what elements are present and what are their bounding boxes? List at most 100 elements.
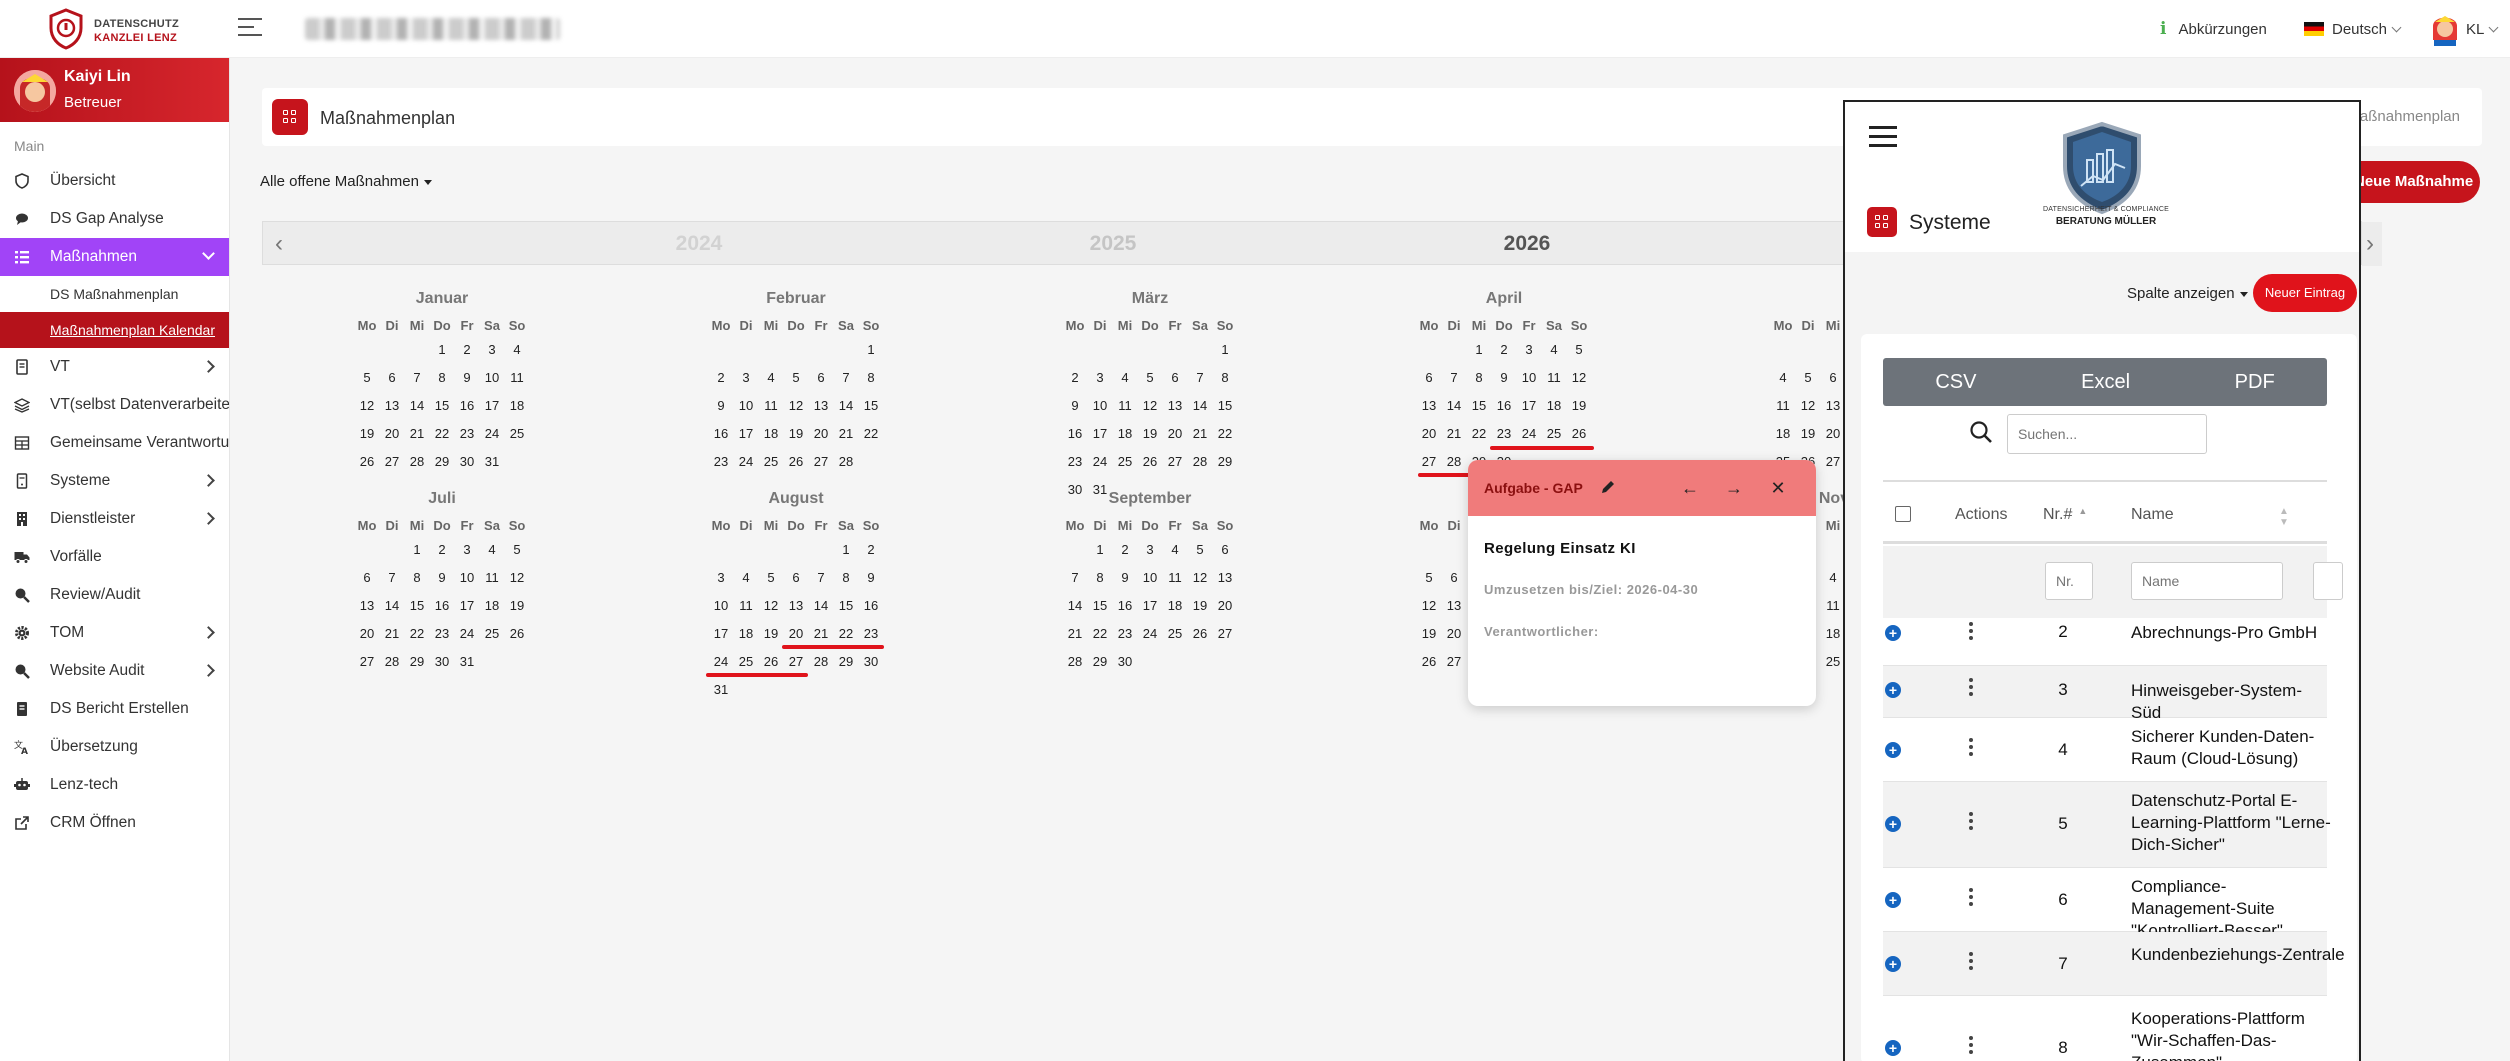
calendar-day[interactable]: 11 — [480, 564, 505, 592]
calendar-day[interactable]: 7 — [1063, 564, 1088, 592]
calendar-day[interactable]: 9 — [709, 392, 734, 420]
calendar-day[interactable]: 1 — [834, 536, 859, 564]
calendar-day[interactable]: 26 — [355, 448, 380, 476]
sidebar-item-website-audit[interactable]: Website Audit — [0, 652, 229, 690]
calendar-day[interactable]: 17 — [455, 592, 480, 620]
calendar-day[interactable]: 8 — [430, 364, 455, 392]
calendar-day[interactable]: 13 — [1417, 392, 1442, 420]
calendar-day[interactable]: 13 — [1442, 592, 1467, 620]
calendar-day[interactable]: 10 — [1517, 364, 1542, 392]
calendar-day[interactable]: 16 — [455, 392, 480, 420]
new-entry-button[interactable]: Neuer Eintrag — [2253, 274, 2357, 312]
calendar-day[interactable]: 21 — [809, 620, 834, 648]
calendar-day[interactable]: 18 — [1821, 620, 1846, 648]
calendar-day[interactable]: 8 — [834, 564, 859, 592]
calendar-day[interactable]: 13 — [809, 392, 834, 420]
calendar-day[interactable]: 23 — [1113, 620, 1138, 648]
calendar-day[interactable]: 4 — [1821, 564, 1846, 592]
row-actions-icon[interactable] — [1969, 888, 1973, 909]
calendar-day[interactable]: 22 — [1213, 420, 1238, 448]
calendar-day[interactable]: 19 — [355, 420, 380, 448]
calendar-day[interactable]: 28 — [1063, 648, 1088, 676]
calendar-day[interactable]: 13 — [1821, 392, 1846, 420]
calendar-day[interactable]: 5 — [784, 364, 809, 392]
calendar-day[interactable]: 19 — [759, 620, 784, 648]
search-input[interactable] — [2007, 414, 2207, 454]
sidebar-item-uebersetzung[interactable]: 文A Übersetzung — [0, 728, 229, 766]
calendar-day[interactable]: 5 — [505, 536, 530, 564]
show-columns-dropdown[interactable]: Spalte anzeigen — [2127, 285, 2248, 302]
calendar-day[interactable]: 2 — [1063, 364, 1088, 392]
calendar-day[interactable]: 27 — [380, 448, 405, 476]
calendar-day[interactable]: 21 — [380, 620, 405, 648]
calendar-day[interactable]: 25 — [1113, 448, 1138, 476]
calendar-day[interactable]: 20 — [380, 420, 405, 448]
calendar-day[interactable]: 2 — [859, 536, 884, 564]
calendar-day[interactable]: 9 — [1113, 564, 1138, 592]
calendar-day[interactable]: 9 — [1063, 392, 1088, 420]
table-row[interactable]: + 2 Abrechnungs-Pro GmbH — [1883, 618, 2327, 666]
sidebar-item-review-audit[interactable]: Review/Audit — [0, 576, 229, 614]
calendar-day[interactable]: 31 — [709, 676, 734, 704]
calendar-day[interactable]: 15 — [1467, 392, 1492, 420]
calendar-day[interactable]: 3 — [455, 536, 480, 564]
calendar-day[interactable]: 27 — [1821, 448, 1846, 476]
filter-name-input[interactable] — [2131, 562, 2283, 600]
calendar-day[interactable]: 3 — [1138, 536, 1163, 564]
prev-year-button[interactable]: ‹ — [275, 230, 283, 258]
year-2025[interactable]: 2025 — [1073, 232, 1153, 256]
calendar-day[interactable]: 22 — [1088, 620, 1113, 648]
calendar-day[interactable]: 22 — [834, 620, 859, 648]
calendar-day[interactable]: 2 — [455, 336, 480, 364]
calendar-day[interactable]: 26 — [784, 448, 809, 476]
calendar-day[interactable]: 15 — [405, 592, 430, 620]
calendar-day[interactable]: 29 — [405, 648, 430, 676]
calendar-day[interactable]: 6 — [784, 564, 809, 592]
calendar-day[interactable]: 15 — [1213, 392, 1238, 420]
calendar-day[interactable]: 26 — [505, 620, 530, 648]
calendar-day[interactable]: 10 — [1088, 392, 1113, 420]
calendar-day[interactable]: 12 — [505, 564, 530, 592]
calendar-day[interactable]: 15 — [834, 592, 859, 620]
popup-close-button[interactable]: ✕ — [1764, 474, 1792, 502]
calendar-day[interactable]: 10 — [734, 392, 759, 420]
calendar-day[interactable]: 10 — [1138, 564, 1163, 592]
calendar-day[interactable]: 27 — [355, 648, 380, 676]
calendar-day[interactable]: 19 — [1188, 592, 1213, 620]
calendar-day[interactable]: 17 — [480, 392, 505, 420]
calendar-day[interactable]: 30 — [1113, 648, 1138, 676]
calendar-day[interactable]: 6 — [1417, 364, 1442, 392]
calendar-day[interactable]: 26 — [1417, 648, 1442, 676]
calendar-day[interactable]: 14 — [1188, 392, 1213, 420]
filter-next-input[interactable] — [2313, 562, 2343, 600]
table-row[interactable]: + 3 Hinweisgeber-System-Süd — [1883, 666, 2327, 722]
calendar-day[interactable]: 11 — [759, 392, 784, 420]
calendar-day[interactable]: 16 — [1492, 392, 1517, 420]
sidebar-item-lenz-tech[interactable]: Lenz-tech — [0, 766, 229, 804]
calendar-day[interactable]: 24 — [480, 420, 505, 448]
sidebar-subitem-ds-massnahmenplan[interactable]: DS Maßnahmenplan — [0, 276, 229, 312]
calendar-day[interactable]: 25 — [1821, 648, 1846, 676]
calendar-day[interactable]: 18 — [480, 592, 505, 620]
calendar-day[interactable]: 11 — [734, 592, 759, 620]
export-csv-button[interactable]: CSV — [1935, 371, 1976, 394]
calendar-day[interactable]: 23 — [1063, 448, 1088, 476]
calendar-day[interactable]: 27 — [1442, 648, 1467, 676]
calendar-day[interactable]: 20 — [1417, 420, 1442, 448]
calendar-day[interactable]: 30 — [430, 648, 455, 676]
row-actions-icon[interactable] — [1969, 812, 1973, 833]
calendar-day[interactable]: 22 — [859, 420, 884, 448]
calendar-day[interactable]: 19 — [784, 420, 809, 448]
calendar-day[interactable]: 3 — [1088, 364, 1113, 392]
pencil-icon[interactable] — [1600, 479, 1616, 495]
calendar-day[interactable]: 12 — [759, 592, 784, 620]
calendar-day[interactable]: 4 — [1542, 336, 1567, 364]
calendar-day[interactable]: 21 — [405, 420, 430, 448]
table-row[interactable]: + 8 Kooperations-Plattform "Wir-Schaffen… — [1883, 996, 2327, 1061]
calendar-day[interactable]: 19 — [1796, 420, 1821, 448]
calendar-day[interactable]: 21 — [1063, 620, 1088, 648]
calendar-day[interactable]: 14 — [380, 592, 405, 620]
calendar-day[interactable]: 15 — [430, 392, 455, 420]
calendar-day[interactable]: 3 — [734, 364, 759, 392]
calendar-day[interactable]: 31 — [480, 448, 505, 476]
